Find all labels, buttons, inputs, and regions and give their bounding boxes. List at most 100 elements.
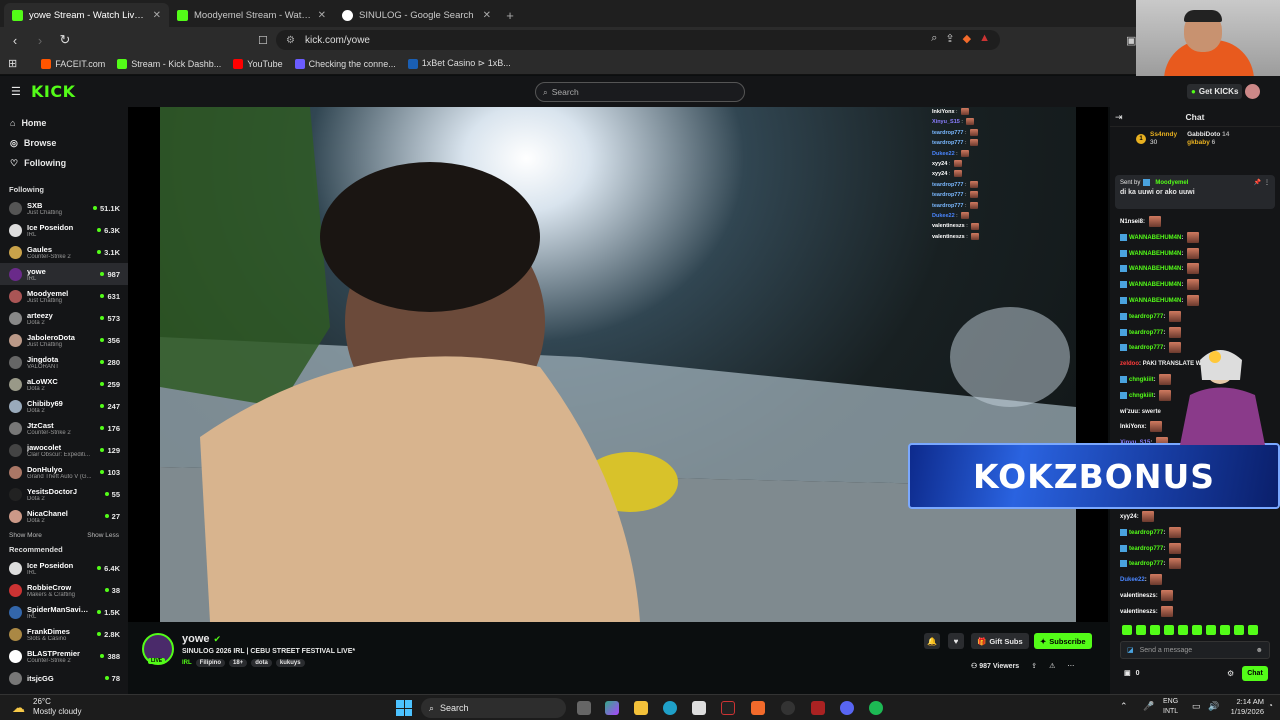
- emote-icon[interactable]: [1192, 625, 1202, 635]
- browser-tab[interactable]: SINULOG - Google Search ✕: [334, 3, 499, 27]
- stream-tag[interactable]: 18+: [229, 659, 248, 667]
- sidebar-channel[interactable]: Ice Poseidon IRL 6.4K: [0, 557, 128, 579]
- nav-browse[interactable]: ◎ Browse: [0, 133, 128, 153]
- chat-username[interactable]: WANNABEHUM4N: [1129, 282, 1181, 288]
- chat-message[interactable]: teardrop777:: [1120, 557, 1280, 573]
- sidebar-channel[interactable]: RobbieCrow Makers & Crafting 38: [0, 579, 128, 601]
- chat-message[interactable]: Dukee22:: [1120, 573, 1280, 589]
- bookmark-item[interactable]: Stream - Kick Dashb...: [117, 58, 221, 69]
- chat-username[interactable]: teardrop777: [1129, 561, 1163, 567]
- chat-message[interactable]: valentineszs:: [1120, 589, 1280, 605]
- emote-icon[interactable]: [1220, 625, 1230, 635]
- sidebar-channel[interactable]: aLoWXC Dota 2 259: [0, 373, 128, 395]
- search-input[interactable]: ⌕ Search: [535, 82, 745, 102]
- chat-username[interactable]: chngkiiit: [1129, 377, 1154, 383]
- bookmark-item[interactable]: YouTube: [233, 58, 283, 69]
- chat-message[interactable]: xyy24:: [1120, 510, 1280, 526]
- sidebar-channel[interactable]: itsjcGG 78: [0, 667, 128, 689]
- taskbar-search[interactable]: ⌕ Search: [421, 698, 566, 718]
- kick-logo[interactable]: KICK: [31, 82, 76, 101]
- chat-username[interactable]: InkiYonx: [1120, 424, 1145, 430]
- stream-tag[interactable]: kukuys: [275, 659, 305, 667]
- message-input[interactable]: ◪ Send a message ☻: [1120, 641, 1270, 659]
- close-tab-icon[interactable]: ✕: [483, 10, 491, 21]
- sidebar-toggle-icon[interactable]: ▣: [1126, 34, 1136, 47]
- collapse-chat-icon[interactable]: ⇥: [1115, 112, 1123, 123]
- apps-grid-icon[interactable]: ⊞: [8, 57, 17, 70]
- sidebar-channel[interactable]: Jingdota VALORANT 280: [0, 351, 128, 373]
- emote-icon[interactable]: [1234, 625, 1244, 635]
- language-indicator[interactable]: ENG INTL: [1163, 697, 1178, 717]
- chat-message[interactable]: teardrop777:: [1120, 326, 1280, 342]
- report-icon[interactable]: ⚠: [1049, 662, 1055, 670]
- bookmark-item[interactable]: 1xBet Casino ⊳ 1xB...: [407, 58, 511, 69]
- sidebar-channel[interactable]: yowe IRL 987: [0, 263, 128, 285]
- chat-username[interactable]: teardrop777: [1129, 314, 1163, 320]
- chat-username[interactable]: teardrop777: [1129, 546, 1163, 552]
- channel-name[interactable]: yowe: [182, 633, 210, 645]
- brave-icon[interactable]: [751, 701, 765, 715]
- dota-icon[interactable]: [811, 701, 825, 715]
- browser-tab[interactable]: Moodyemel Stream - Watch Live on Kick ✕: [169, 3, 334, 27]
- site-info-icon[interactable]: ⚙: [286, 35, 295, 46]
- show-less-button[interactable]: Show Less: [87, 532, 119, 539]
- emote-icon[interactable]: [1248, 625, 1258, 635]
- show-more-button[interactable]: Show More: [9, 532, 42, 539]
- chat-username[interactable]: N1nsei8: [1120, 219, 1143, 225]
- share-icon[interactable]: ⇪: [945, 32, 954, 45]
- sidebar-channel[interactable]: SpiderManSaving... IRL 1.5K: [0, 601, 128, 623]
- chat-message[interactable]: teardrop777:: [1120, 526, 1280, 542]
- discord-icon[interactable]: [840, 701, 854, 715]
- share-stream-icon[interactable]: ⇪: [1031, 662, 1037, 670]
- bookmark-item[interactable]: Checking the conne...: [294, 58, 396, 69]
- nav-home[interactable]: ⌂ Home: [0, 113, 128, 133]
- zoom-icon[interactable]: ⌕: [931, 32, 937, 45]
- emote-icon[interactable]: [1150, 625, 1160, 635]
- bookmark-item[interactable]: FACEIT.com: [41, 58, 105, 69]
- chat-message[interactable]: N1nsei8:: [1120, 215, 1280, 231]
- menu-icon[interactable]: ☰: [11, 85, 21, 98]
- nav-following[interactable]: ♡ Following: [0, 153, 128, 173]
- microphone-icon[interactable]: 🎤: [1143, 701, 1154, 712]
- sidebar-channel[interactable]: YesitsDoctorJ Dota 2 55: [0, 483, 128, 505]
- chat-message[interactable]: WANNABEHUM4N:: [1120, 294, 1280, 310]
- store-icon[interactable]: [692, 701, 706, 715]
- chat-username[interactable]: xyy24: [1120, 514, 1137, 520]
- chat-username[interactable]: teardrop777: [1129, 345, 1163, 351]
- clock[interactable]: 2:14 AM 1/19/2026: [1224, 697, 1264, 717]
- chat-username[interactable]: chngkiiit: [1129, 393, 1154, 399]
- sidebar-channel[interactable]: Ice Poseidon IRL 6.3K: [0, 219, 128, 241]
- close-tab-icon[interactable]: ✕: [153, 10, 161, 21]
- spotify-icon[interactable]: [869, 701, 883, 715]
- gift-subs-button[interactable]: 🎁 Gift Subs: [971, 633, 1029, 649]
- task-view-icon[interactable]: [577, 701, 591, 715]
- url-bar[interactable]: ⚙ kick.com/yowe ⌕ ⇪ ◆ ▲: [276, 30, 1000, 50]
- weather-icon[interactable]: ☁: [12, 700, 25, 716]
- sidebar-channel[interactable]: JtzCast Counter-Strike 2 176: [0, 417, 128, 439]
- chat-username[interactable]: teardrop777: [1129, 330, 1163, 336]
- bookmark-star-icon[interactable]: ☐: [258, 34, 268, 47]
- pin-icon[interactable]: 📌: [1254, 179, 1261, 186]
- stream-tag[interactable]: dota: [251, 659, 272, 667]
- follow-button[interactable]: ♥: [948, 633, 964, 649]
- forward-icon[interactable]: ›: [30, 33, 50, 48]
- chat-username[interactable]: valentineszs: [1120, 609, 1156, 615]
- emote-icon[interactable]: [1178, 625, 1188, 635]
- emote-icon[interactable]: [1206, 625, 1216, 635]
- chat-send-button[interactable]: Chat: [1242, 666, 1268, 681]
- network-icon[interactable]: ▭: [1192, 701, 1201, 712]
- get-kicks-button[interactable]: ● Get KICKs: [1187, 84, 1243, 99]
- sidebar-channel[interactable]: BLASTPremier Counter-Strike 2 388: [0, 645, 128, 667]
- chat-username[interactable]: WANNABEHUM4N: [1129, 251, 1181, 257]
- sidebar-channel[interactable]: jawocolet Clair Obscur: Expediti... 129: [0, 439, 128, 461]
- sidebar-channel[interactable]: JaboleroDota Just Chatting 356: [0, 329, 128, 351]
- brave-rewards-icon[interactable]: ▲: [979, 32, 990, 45]
- chat-username[interactable]: WANNABEHUM4N: [1129, 266, 1181, 272]
- subscribe-button[interactable]: ✦ Subscribe: [1034, 633, 1092, 649]
- volume-icon[interactable]: 🔊: [1208, 701, 1219, 712]
- tray-chevron-icon[interactable]: ⌃: [1120, 701, 1128, 712]
- pinned-message[interactable]: Sent by Moodyemel 📌 ⋮ di ka uuwi or ako …: [1115, 175, 1275, 209]
- chat-username[interactable]: wi'zuu: [1120, 409, 1138, 415]
- emoji-icon[interactable]: ☻: [1256, 647, 1263, 654]
- sidebar-channel[interactable]: DonHulyo Grand Theft Auto V (G... 103: [0, 461, 128, 483]
